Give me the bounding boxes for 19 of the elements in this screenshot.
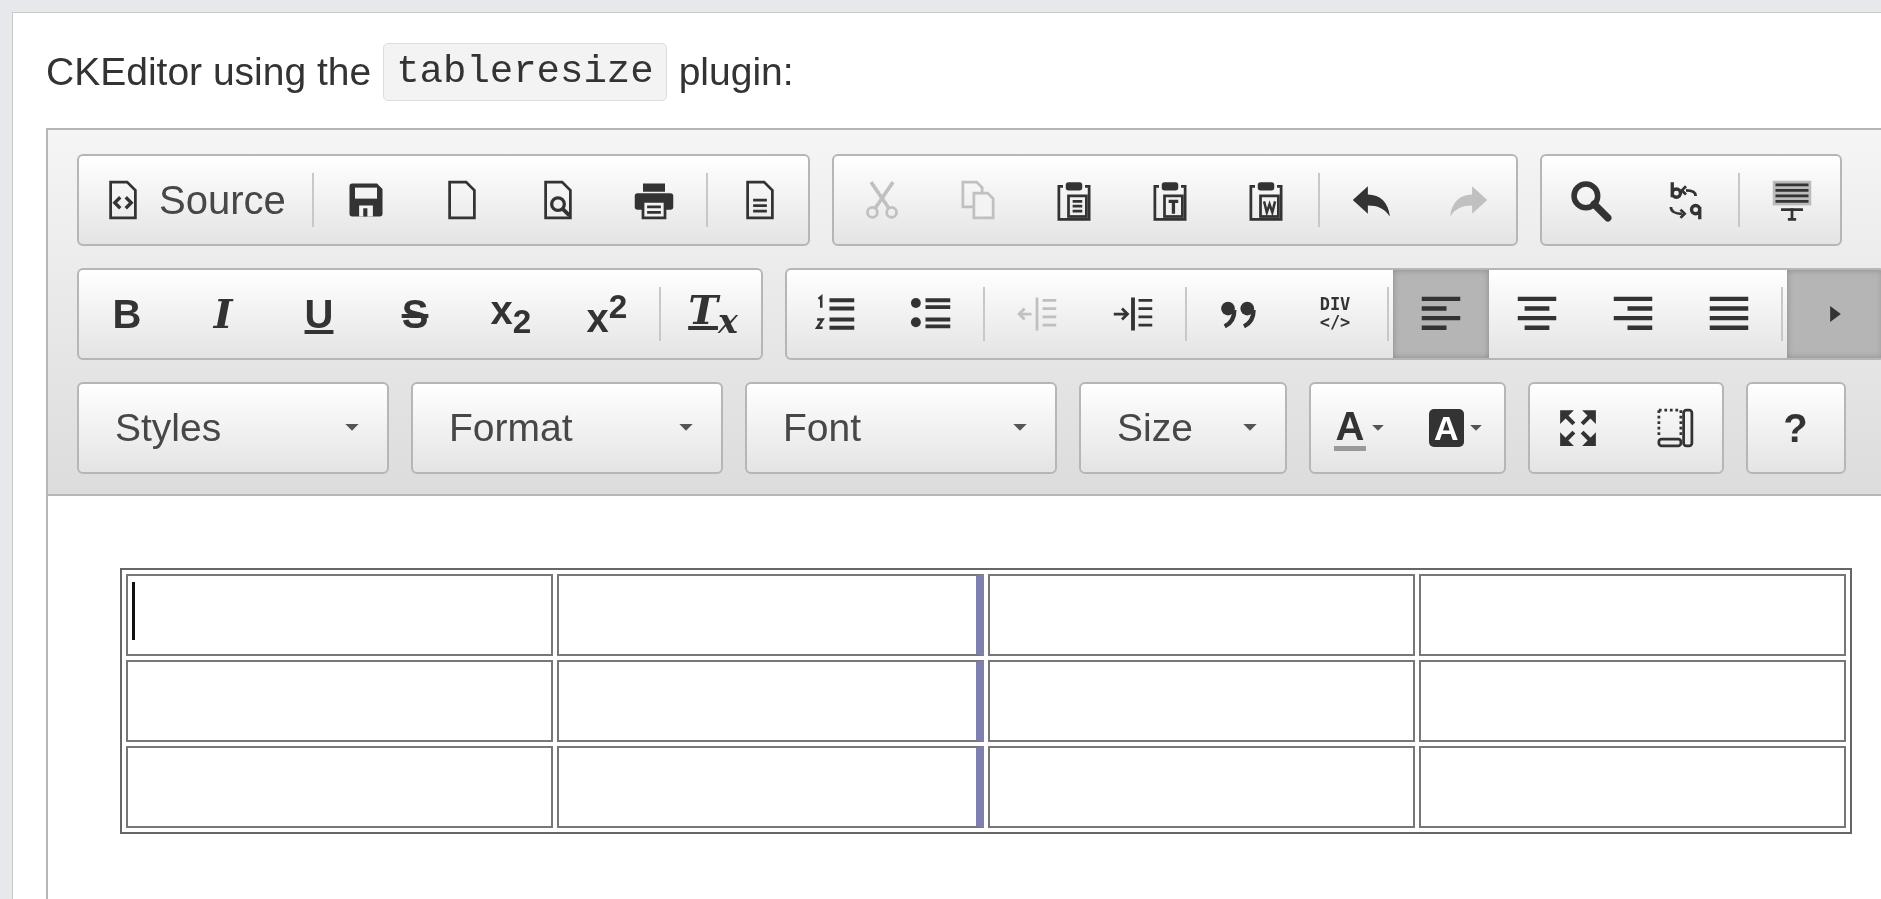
bold-button[interactable]: B xyxy=(79,270,175,358)
source-button[interactable]: Source xyxy=(79,156,308,244)
caption-text: CKEditor using the xyxy=(46,50,372,94)
dropdown-combo[interactable]: Format xyxy=(411,382,723,474)
dropdown-combo[interactable]: Font xyxy=(745,382,1057,474)
strikethrough-button[interactable]: S xyxy=(367,270,463,358)
italic-button[interactable]: I xyxy=(175,270,271,358)
underline-button[interactable]: U xyxy=(271,270,367,358)
dropdown-combo[interactable]: Styles xyxy=(77,382,389,474)
plugin-name-code: tableresize xyxy=(383,43,667,101)
subscript-button[interactable]: x$_{2}$ xyxy=(463,270,559,358)
div-container-button[interactable]: DIV </> xyxy=(1287,270,1383,358)
dropdown-combo[interactable]: Size xyxy=(1079,382,1287,474)
help-button[interactable]: ? xyxy=(1747,384,1844,472)
caption-text: plugin: xyxy=(678,50,794,94)
remove-format-button[interactable]: T$_{x}$ xyxy=(665,270,761,358)
superscript-button[interactable]: x$^{2}$ xyxy=(559,270,655,358)
text-color-button[interactable]: A xyxy=(1311,384,1407,472)
background-color-button[interactable]: A xyxy=(1407,384,1504,472)
